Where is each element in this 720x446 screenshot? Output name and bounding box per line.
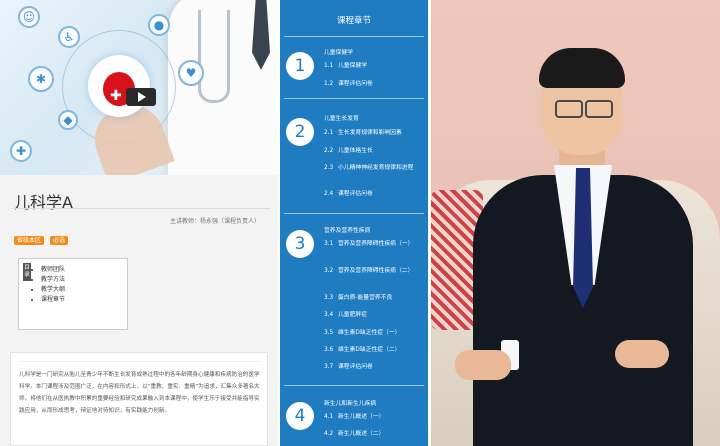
course-description-box: 儿科学是一门研究从胎儿至青少年不断生长发育成熟过程中的各年龄期身心健康和疾病防治… <box>10 352 268 446</box>
divider <box>284 98 424 99</box>
chapter-number-badge: 4 <box>286 402 314 430</box>
pill-icon: ● <box>148 14 170 36</box>
lesson-item[interactable]: 3.4 儿童肥胖症 <box>324 311 424 319</box>
lesson-number: 2.1 <box>324 130 334 136</box>
lesson-number: 3.2 <box>324 268 334 274</box>
lesson-number: 1.2 <box>324 81 334 87</box>
divider <box>12 208 270 209</box>
lesson-number: 3.3 <box>324 295 334 301</box>
chapter-number-badge: 3 <box>286 230 314 258</box>
tag-required[interactable]: 必选 <box>50 236 69 245</box>
toc-item-chapters[interactable]: 课程章节 <box>41 295 65 305</box>
right-hand-image <box>615 340 669 368</box>
lesson-number: 3.7 <box>324 364 334 370</box>
lesson-title: 营养及营养障碍性疾病（一） <box>338 241 414 247</box>
chapter-title[interactable]: 儿童保健学 <box>324 47 353 56</box>
baby-icon: ☺ <box>18 6 40 28</box>
toc-item-methods[interactable]: 教学方法 <box>41 275 65 285</box>
lesson-title: 课程评估问卷 <box>338 364 373 370</box>
glasses-right-lens <box>585 100 613 118</box>
lesson-item[interactable]: 2.2 儿童体格生长 <box>324 147 424 155</box>
lesson-number: 3.1 <box>324 241 334 247</box>
lesson-number: 3.6 <box>324 347 334 353</box>
lesson-item[interactable]: 1.2 课程评估问卷 <box>324 80 424 88</box>
lesson-item[interactable]: 3.1 营养及营养障碍性疾病（一） <box>324 240 424 248</box>
lesson-item[interactable]: 3.7 课程评估问卷 <box>324 363 424 371</box>
course-page: ☺ ♿ ✱ ● ♥ ◆ ✚ ✚ 儿科学A 主讲教师：杨永强（课程负责人） 省级本… <box>0 0 278 446</box>
lesson-title: 儿童保健学 <box>338 63 367 69</box>
lesson-number: 2.4 <box>324 191 334 197</box>
cross-icon: ✚ <box>10 140 32 162</box>
lesson-number: 3.4 <box>324 312 334 318</box>
lesson-title: 儿童体格生长 <box>338 148 373 154</box>
lesson-title: 儿童肥胖症 <box>338 312 367 318</box>
lesson-title: 课程评估问卷 <box>338 191 373 197</box>
lesson-title: 维生素D缺乏性症（一） <box>338 330 401 336</box>
divider <box>284 213 424 214</box>
chapter-number-badge: 2 <box>286 118 314 146</box>
divider <box>284 385 424 386</box>
course-cover-video[interactable]: ☺ ♿ ✱ ● ♥ ◆ ✚ ✚ <box>0 0 278 175</box>
stethoscope-image <box>198 10 230 103</box>
lesson-item[interactable]: 4.2 新生儿概述（二） <box>324 430 424 438</box>
hair-image <box>539 48 625 88</box>
lesson-item[interactable]: 2.3 小儿精神神经发育规律和进程 <box>324 164 424 172</box>
lesson-title: 营养及营养障碍性疾病（二） <box>338 268 414 274</box>
teacher-info: 主讲教师：杨永强（课程负责人） <box>169 218 260 225</box>
lesson-item[interactable]: 4.1 新生儿概述（一） <box>324 413 424 421</box>
course-description: 儿科学是一门研究从胎儿至青少年不断生长发育成熟过程中的各年龄期身心健康和疾病防治… <box>19 372 260 414</box>
lesson-number: 4.1 <box>324 414 334 420</box>
chapters-panel-title: 课程章节 <box>336 16 371 26</box>
lesson-number: 2.3 <box>324 165 334 171</box>
drop-icon: ◆ <box>58 110 78 130</box>
chapter-title[interactable]: 儿童生长发育 <box>324 113 359 122</box>
divider <box>284 36 424 37</box>
chapters-panel: 课程章节 1 儿童保健学 1.1 儿童保健学 1.2 课程评估问卷 2 儿童生长发育… <box>280 0 428 446</box>
toc-item-syllabus[interactable]: 教学大纲 <box>41 285 65 295</box>
play-button[interactable] <box>126 88 156 106</box>
necktie-image <box>573 168 593 308</box>
medical-star-icon: ✱ <box>28 66 54 92</box>
wheelchair-icon: ♿ <box>58 26 80 48</box>
lesson-item[interactable]: 3.5 维生素D缺乏性症（一） <box>324 329 424 337</box>
lesson-title: 蛋白质-能量营养不良 <box>338 295 393 301</box>
lesson-title: 课程评估问卷 <box>338 81 373 87</box>
table-of-contents: 目录 教师团队 教学方法 教学大纲 课程章节 <box>18 258 128 330</box>
lesson-number: 4.2 <box>324 431 334 437</box>
lesson-number: 2.2 <box>324 148 334 154</box>
lesson-item[interactable]: 2.1 生长发育规律和影响因素 <box>324 129 424 137</box>
lesson-item[interactable]: 3.3 蛋白质-能量营养不良 <box>324 294 424 302</box>
lesson-title: 维生素D缺乏性症（二） <box>338 347 401 353</box>
chapter-title[interactable]: 新生儿和新生儿疾病 <box>324 398 376 407</box>
chapter-number-badge: 1 <box>286 52 314 80</box>
toc-item-team[interactable]: 教师团队 <box>41 265 65 275</box>
lesson-number: 1.1 <box>324 63 334 69</box>
lesson-item[interactable]: 3.2 营养及营养障碍性疾病（二） <box>324 267 424 275</box>
instructor-photo <box>431 0 720 446</box>
chapter-title[interactable]: 营养及营养性疾病 <box>324 225 370 234</box>
lesson-title: 新生儿概述（一） <box>338 414 385 420</box>
heart-icon: ♥ <box>178 60 204 86</box>
lesson-title: 小儿精神神经发育规律和进程 <box>338 165 414 171</box>
left-hand-image <box>455 350 511 380</box>
plus-icon: ✚ <box>110 88 122 104</box>
course-title: 儿科学A <box>14 193 73 212</box>
lesson-item[interactable]: 1.1 儿童保健学 <box>324 62 424 70</box>
glasses-left-lens <box>555 100 583 118</box>
lesson-item[interactable]: 2.4 课程评估问卷 <box>324 190 424 198</box>
lesson-title: 新生儿概述（二） <box>338 431 385 437</box>
lesson-item[interactable]: 3.6 维生素D缺乏性症（二） <box>324 346 424 354</box>
lesson-number: 3.5 <box>324 330 334 336</box>
description-divider <box>19 361 261 362</box>
lesson-title: 生长发育规律和影响因素 <box>338 130 402 136</box>
tag-provincial[interactable]: 省级本区 <box>14 236 45 245</box>
